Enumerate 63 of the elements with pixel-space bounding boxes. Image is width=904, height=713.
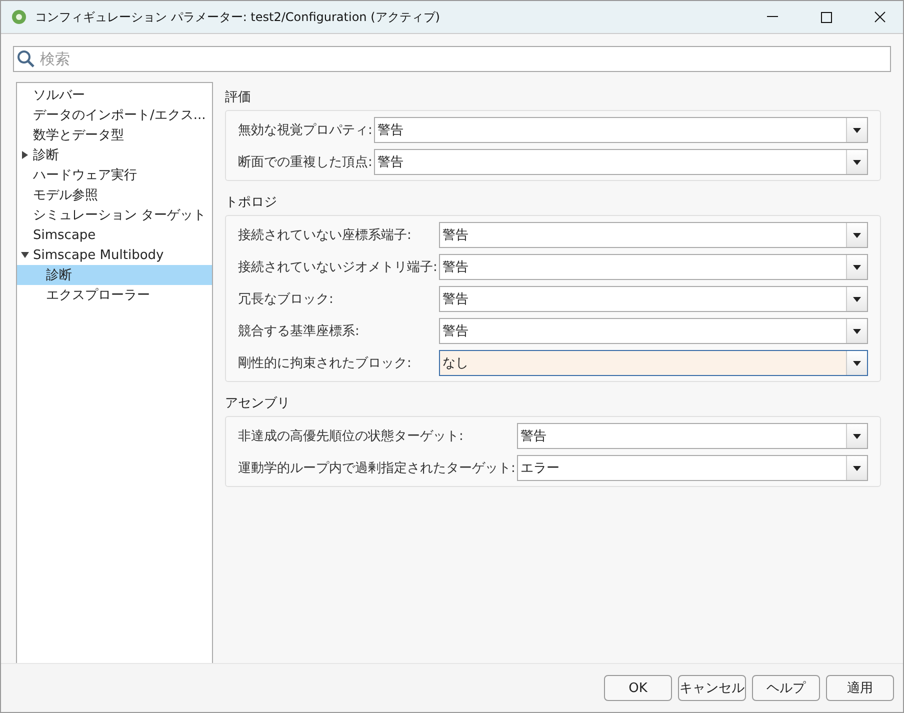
dropdown[interactable]: 警告 — [374, 149, 868, 175]
collapsed-arrow-icon[interactable] — [21, 151, 29, 159]
caret-icon — [853, 232, 861, 238]
dropdown[interactable]: 警告 — [439, 318, 868, 344]
dropdown[interactable]: なし — [439, 350, 868, 376]
dialog-button[interactable]: キャンセル — [678, 675, 746, 701]
field-label: 剛性的に拘束されたブロック: — [238, 355, 412, 372]
close-icon[interactable] — [874, 11, 886, 23]
tree-item[interactable]: 数学とデータ型 — [17, 125, 212, 145]
search-icon — [17, 50, 35, 68]
maximize-icon[interactable] — [820, 12, 832, 22]
field-label: 無効な視覚プロパティ: — [238, 122, 372, 139]
dropdown-value: 警告 — [519, 428, 548, 445]
expanded-arrow-icon[interactable] — [21, 251, 29, 259]
window-title: コンフィギュレーション パラメーター: test2/Configuration (アクティブ) — [35, 8, 441, 26]
dialog-button[interactable]: ヘルプ — [752, 675, 820, 701]
dropdown[interactable]: 警告 — [439, 286, 868, 312]
tree-item[interactable]: Simscape Multibody — [17, 245, 212, 265]
section-title: アセンブリ — [225, 395, 291, 412]
caret-icon — [853, 328, 861, 334]
tree-item[interactable]: エクスプローラー — [17, 285, 212, 305]
field-label: 競合する基準座標系: — [238, 323, 360, 340]
dropdown[interactable]: 警告 — [374, 117, 868, 143]
dialog-button[interactable]: OK — [604, 675, 672, 701]
field-label: 接続されていないジオメトリ端子: — [238, 259, 438, 276]
caret-icon — [853, 360, 861, 366]
dropdown-value: 警告 — [441, 259, 470, 276]
tree-item[interactable]: データのインポート/エクス... — [17, 105, 212, 125]
dialog-button[interactable]: 適用 — [826, 675, 894, 701]
dropdown-value: 警告 — [441, 227, 470, 244]
app-icon — [11, 9, 27, 25]
tree-item[interactable]: Simscape — [17, 225, 212, 245]
tree-item[interactable]: ハードウェア実行 — [17, 165, 212, 185]
dropdown-value: 警告 — [441, 323, 470, 340]
dropdown-value: 警告 — [376, 154, 404, 171]
field-label: 断面での重複した頂点: — [238, 154, 372, 171]
dropdown-value: 警告 — [376, 122, 404, 139]
caret-icon — [853, 434, 861, 438]
caret-icon — [853, 128, 861, 132]
search-field[interactable]: 検索 — [13, 46, 891, 72]
caret-icon — [853, 466, 861, 470]
caret-icon — [853, 160, 861, 164]
dropdown-value: エラー — [519, 460, 560, 477]
field-label: 非達成の高優先順位の状態ターゲット: — [238, 428, 464, 445]
dropdown-value: なし — [441, 355, 470, 372]
tree-item[interactable]: 診断 — [17, 265, 212, 285]
tree-item[interactable]: 診断 — [17, 145, 212, 165]
minimize-icon[interactable] — [766, 16, 778, 18]
field-label: 運動学的ループ内で過剰指定されたターゲット: — [238, 460, 516, 477]
tree-item[interactable]: ソルバー — [17, 85, 212, 105]
field-label: 冗長なブロック: — [238, 291, 334, 308]
field-label: 接続されていない座標系端子: — [238, 227, 412, 244]
caret-icon — [853, 264, 861, 270]
section-title: トポロジ — [225, 194, 278, 211]
section-title: 評価 — [225, 89, 252, 106]
dropdown[interactable]: 警告 — [439, 254, 868, 280]
tree-item[interactable]: モデル参照 — [17, 185, 212, 205]
dropdown[interactable]: 警告 — [439, 222, 868, 248]
tree-item[interactable]: シミュレーション ターゲット — [17, 205, 212, 225]
dropdown-value: 警告 — [441, 291, 470, 308]
caret-icon — [853, 296, 861, 302]
dropdown[interactable]: エラー — [517, 455, 868, 481]
dropdown[interactable]: 警告 — [517, 423, 868, 449]
